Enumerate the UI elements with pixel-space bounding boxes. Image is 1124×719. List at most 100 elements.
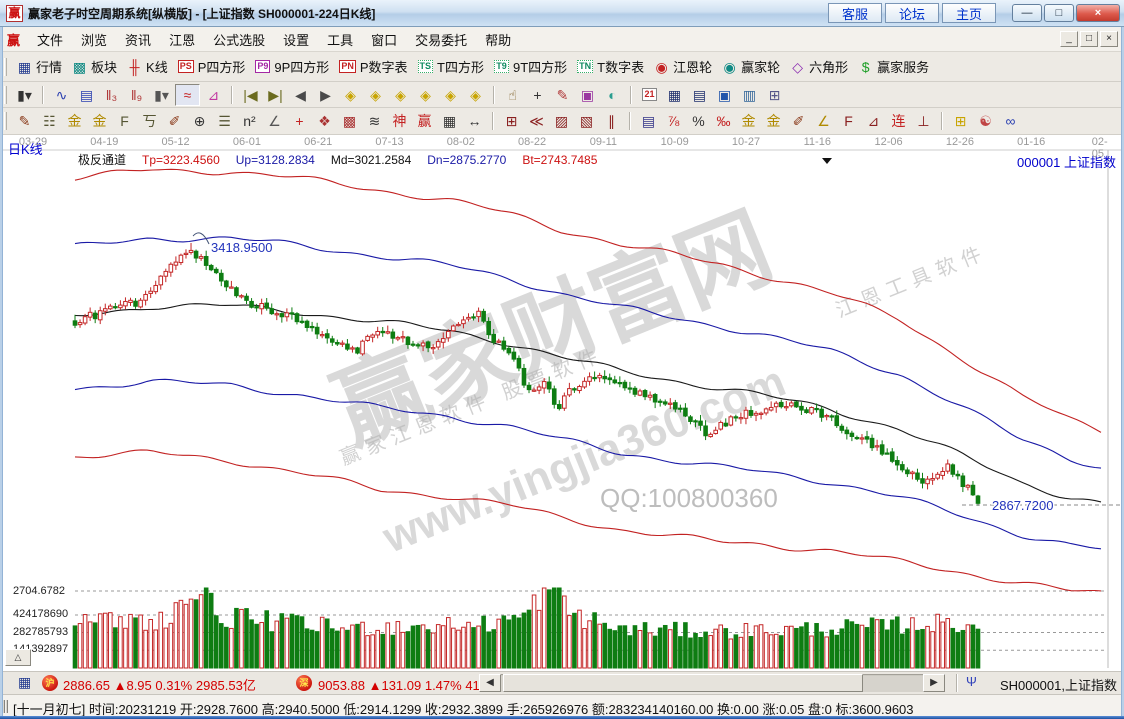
tool-zoom-in-h[interactable]: ◈ (389, 84, 412, 106)
tool-box-tool[interactable]: ⊞ (500, 110, 523, 132)
tool-color-chart[interactable]: ⊿ (202, 84, 225, 106)
tool-p-square[interactable]: PSP四方形 (174, 56, 250, 78)
tool-radial[interactable]: ❖ (313, 110, 336, 132)
tool-info-note[interactable]: ▤ (75, 84, 98, 106)
tool-t-table[interactable]: TNT数字表 (573, 56, 648, 78)
menu-item-窗口[interactable]: 窗口 (362, 28, 406, 51)
tool-p-table[interactable]: PNP数字表 (335, 56, 411, 78)
tool-percent-78[interactable]: ⅞ (662, 110, 685, 132)
tool-f-grid[interactable]: F (113, 110, 136, 132)
menu-item-交易委托[interactable]: 交易委托 (406, 28, 476, 51)
tool-next-bar[interactable]: ▶ (314, 84, 337, 106)
toolbar-grip[interactable] (4, 86, 7, 104)
kline-chart[interactable]: 3418.95002867.7200 (0, 135, 1124, 670)
tool-web-grid[interactable]: ▩ (338, 110, 361, 132)
tool-quotes[interactable]: ▦行情 (13, 56, 66, 78)
tool-9p-square[interactable]: P99P四方形 (251, 56, 333, 78)
chart-horizontal-scrollbar[interactable]: ◀ ▶ (479, 674, 945, 692)
tool-circle-360[interactable]: ⊕ (188, 110, 211, 132)
toolbar-grip[interactable] (4, 112, 7, 130)
tool-net-share[interactable]: ▥ (738, 84, 761, 106)
pane-expand-button[interactable]: △ (5, 649, 31, 666)
tool-perp[interactable]: ⊥ (912, 110, 935, 132)
shanghai-exchange-icon[interactable]: 沪 (42, 675, 58, 691)
tool-parallel-lines[interactable]: ∥ (600, 110, 623, 132)
tool-n-squared[interactable]: n² (238, 110, 261, 132)
tool-yinyang[interactable]: ☯ (974, 110, 997, 132)
tool-memo[interactable]: ▤ (688, 84, 711, 106)
tool-ying-tool[interactable]: 赢 (413, 110, 436, 132)
close-button[interactable]: × (1076, 4, 1120, 22)
mdi-close-button[interactable]: × (1100, 31, 1118, 47)
tool-first-bar[interactable]: |◀ (239, 84, 262, 106)
tool-gann-grid[interactable]: ☷ (38, 110, 61, 132)
tool-winner-service[interactable]: $赢家服务 (854, 56, 933, 78)
menu-item-浏览[interactable]: 浏览 (72, 28, 116, 51)
tool-signal-tool[interactable]: ≈ (175, 84, 200, 106)
tool-zoom-in-all[interactable]: ◈ (439, 84, 462, 106)
tool-delta-line[interactable]: ⊿ (862, 110, 885, 132)
tool-calculator[interactable]: ▦ (663, 84, 686, 106)
tool-lian-tool[interactable]: 连 (887, 110, 910, 132)
tool-shift-left[interactable]: ◈ (339, 84, 362, 106)
tool-stats-table[interactable]: ▤ (637, 110, 660, 132)
tool-fan-lines[interactable]: ≪ (525, 110, 548, 132)
tool-zoom-region[interactable]: ∿ (50, 84, 73, 106)
menu-item-资讯[interactable]: 资讯 (116, 28, 160, 51)
scrollbar-thumb[interactable] (503, 674, 863, 692)
tool-calendar[interactable]: 21 (638, 84, 661, 106)
tool-save[interactable]: ▣ (713, 84, 736, 106)
tool-compass[interactable]: + (288, 110, 311, 132)
tool-single-candle-dropdown[interactable]: ▮▾ (150, 84, 173, 106)
menu-item-设置[interactable]: 设置 (274, 28, 318, 51)
shenzhen-exchange-icon[interactable]: 深 (296, 675, 312, 691)
restore-button[interactable]: □ (1044, 4, 1074, 22)
tool-pattern[interactable]: ◐ (601, 84, 624, 106)
tool-gold-circle[interactable]: 金 (737, 110, 760, 132)
tool-angle[interactable]: ∠ (263, 110, 286, 132)
menu-item-工具[interactable]: 工具 (318, 28, 362, 51)
quotes-mini-icon[interactable]: ▦ (18, 675, 31, 690)
tool-sectors[interactable]: ▩板块 (68, 56, 121, 78)
mdi-minimize-button[interactable]: _ (1060, 31, 1078, 47)
tool-permille[interactable]: ‰ (712, 110, 735, 132)
tool-brush[interactable]: ✐ (163, 110, 186, 132)
tool-gold-grid-1[interactable]: 金 (63, 110, 86, 132)
tool-yellow-grid[interactable]: ⊞ (949, 110, 972, 132)
tool-shift-right[interactable]: ◈ (364, 84, 387, 106)
menu-item-文件[interactable]: 文件 (28, 28, 72, 51)
tool-price-pen[interactable]: ✐ (787, 110, 810, 132)
tool-crosshair[interactable]: + (526, 84, 549, 106)
tool-kline-period-dropdown[interactable]: ▮▾ (13, 84, 36, 106)
scroll-right-arrow[interactable]: ▶ (923, 674, 945, 692)
service-button[interactable]: 客服 (828, 3, 882, 23)
tool-zoom-out-all[interactable]: ◈ (464, 84, 487, 106)
tool-remote-pc[interactable]: ⊞ (763, 84, 786, 106)
tool-last-bar[interactable]: ▶| (264, 84, 287, 106)
tool-dense-grid[interactable]: ▦ (438, 110, 461, 132)
forum-button[interactable]: 论坛 (885, 3, 939, 23)
tool-f-line[interactable]: F (837, 110, 860, 132)
tool-gold-grid-2[interactable]: 金 (88, 110, 111, 132)
tool-shen-tool[interactable]: 神 (388, 110, 411, 132)
tool-bars-3[interactable]: ‖₃ (100, 84, 123, 106)
tool-prev-bar[interactable]: ◀ (289, 84, 312, 106)
tool-hexagon[interactable]: ◇六角形 (786, 56, 852, 78)
tool-ruler[interactable]: ☰ (213, 110, 236, 132)
tool-hook-grid[interactable]: 丂 (138, 110, 161, 132)
home-button[interactable]: 主页 (942, 3, 996, 23)
tool-9t-square[interactable]: T99T四方形 (490, 56, 571, 78)
tool-width-arrows[interactable]: ↔ (463, 110, 486, 132)
tool-grid-shade-2[interactable]: ▧ (575, 110, 598, 132)
tool-gold-line[interactable]: 金 (762, 110, 785, 132)
tool-wave[interactable]: ≋ (363, 110, 386, 132)
tool-winner-wheel[interactable]: ◉赢家轮 (718, 56, 784, 78)
scroll-left-arrow[interactable]: ◀ (479, 674, 501, 692)
tool-percent[interactable]: % (687, 110, 710, 132)
statusbar-grip[interactable] (3, 700, 8, 713)
tool-t-square[interactable]: TST四方形 (414, 56, 488, 78)
tool-clipboard[interactable]: ▣ (576, 84, 599, 106)
tool-grid-shade-1[interactable]: ▨ (550, 110, 573, 132)
tool-zoom-out-h[interactable]: ◈ (414, 84, 437, 106)
tool-infinity[interactable]: ∞ (999, 110, 1022, 132)
